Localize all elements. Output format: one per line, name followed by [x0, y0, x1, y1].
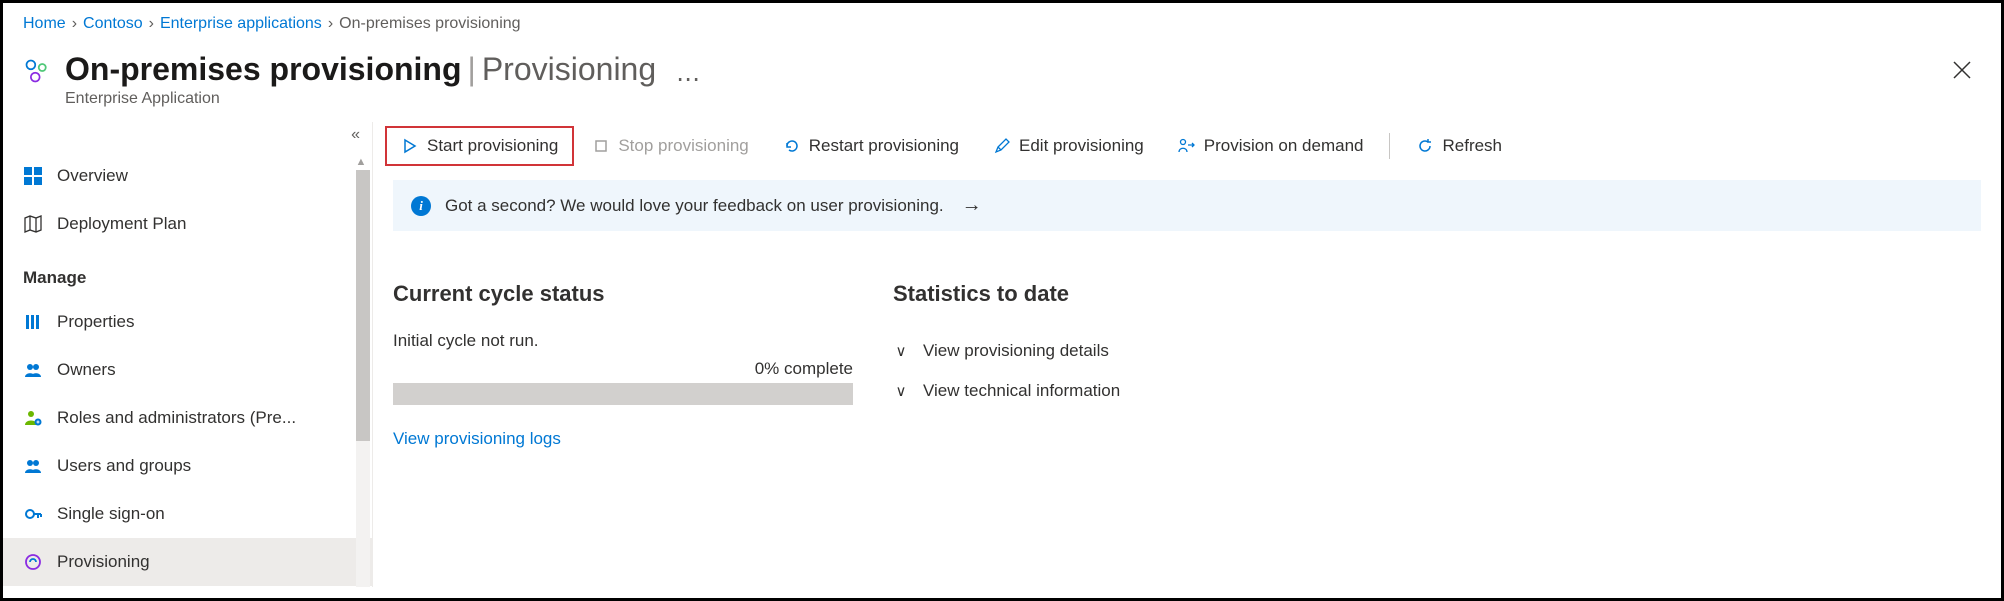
- sidebar-item-label: Overview: [57, 166, 128, 186]
- breadcrumb-contoso[interactable]: Contoso: [83, 15, 143, 33]
- sidebar-item-users-groups[interactable]: Users and groups: [3, 442, 372, 490]
- close-button[interactable]: [1947, 53, 1977, 91]
- breadcrumb-enterprise-apps[interactable]: Enterprise applications: [160, 15, 322, 33]
- sidebar-item-label: Roles and administrators (Pre...: [57, 408, 296, 428]
- feedback-banner[interactable]: i Got a second? We would love your feedb…: [393, 180, 1981, 231]
- toolbar: Start provisioning Stop provisioning Res…: [373, 122, 2001, 176]
- sidebar-item-single-signon[interactable]: Single sign-on: [3, 490, 372, 538]
- info-icon: i: [411, 196, 431, 216]
- pencil-icon: [993, 137, 1011, 155]
- section-heading: Current cycle status: [393, 281, 853, 307]
- restart-icon: [783, 137, 801, 155]
- scrollbar[interactable]: [356, 170, 370, 587]
- roles-icon: [23, 408, 43, 428]
- scroll-up-icon[interactable]: ▲: [354, 156, 368, 170]
- properties-icon: [23, 312, 43, 332]
- progress-label: 0% complete: [393, 359, 853, 379]
- section-heading: Statistics to date: [893, 281, 1120, 307]
- sidebar-section-manage: Manage: [3, 248, 372, 298]
- key-icon: [23, 504, 43, 524]
- refresh-icon: [1416, 137, 1434, 155]
- page-title: On-premises provisioning|Provisioning: [65, 51, 656, 88]
- main-content: Start provisioning Stop provisioning Res…: [373, 122, 2001, 587]
- sidebar-item-properties[interactable]: Properties: [3, 298, 372, 346]
- banner-text: Got a second? We would love your feedbac…: [445, 196, 944, 216]
- sidebar-item-roles[interactable]: Roles and administrators (Pre...: [3, 394, 372, 442]
- sidebar-item-overview[interactable]: Overview: [3, 152, 372, 200]
- provision-on-demand-button[interactable]: Provision on demand: [1162, 126, 1380, 166]
- view-provisioning-logs-link[interactable]: View provisioning logs: [393, 429, 561, 449]
- sidebar-item-provisioning[interactable]: Provisioning: [3, 538, 372, 586]
- provisioning-icon: [23, 552, 43, 572]
- refresh-button[interactable]: Refresh: [1400, 126, 1518, 166]
- app-icon: [23, 57, 51, 85]
- statistics-section: Statistics to date ∨ View provisioning d…: [893, 281, 1120, 449]
- owners-icon: [23, 360, 43, 380]
- page-subtitle: Enterprise Application: [65, 90, 656, 108]
- breadcrumb-home[interactable]: Home: [23, 15, 66, 33]
- collapse-sidebar-button[interactable]: «: [351, 126, 360, 144]
- chevron-right-icon: ›: [328, 15, 333, 33]
- person-arrow-icon: [1178, 137, 1196, 155]
- sidebar-item-label: Provisioning: [57, 552, 150, 572]
- more-actions-button[interactable]: ⋯: [676, 65, 700, 94]
- play-icon: [401, 137, 419, 155]
- chevron-down-icon: ∨: [893, 342, 909, 360]
- sidebar-item-label: Deployment Plan: [57, 214, 186, 234]
- view-technical-info-toggle[interactable]: ∨ View technical information: [893, 371, 1120, 411]
- sidebar: « ▲ Overview Deployment Plan Manage Prop…: [3, 122, 373, 587]
- stop-icon: [592, 137, 610, 155]
- map-icon: [23, 214, 43, 234]
- sidebar-item-label: Users and groups: [57, 456, 191, 476]
- edit-provisioning-button[interactable]: Edit provisioning: [977, 126, 1160, 166]
- arrow-right-icon: →: [962, 194, 982, 217]
- breadcrumb-current: On-premises provisioning: [339, 15, 520, 33]
- users-groups-icon: [23, 456, 43, 476]
- sidebar-item-label: Properties: [57, 312, 134, 332]
- stop-provisioning-button: Stop provisioning: [576, 126, 764, 166]
- current-cycle-status-section: Current cycle status Initial cycle not r…: [393, 281, 853, 449]
- view-provisioning-details-toggle[interactable]: ∨ View provisioning details: [893, 331, 1120, 371]
- breadcrumb: Home › Contoso › Enterprise applications…: [3, 3, 2001, 41]
- cycle-status-text: Initial cycle not run.: [393, 331, 853, 351]
- page-header: On-premises provisioning|Provisioning En…: [3, 41, 2001, 122]
- chevron-right-icon: ›: [72, 15, 77, 33]
- sidebar-item-deployment-plan[interactable]: Deployment Plan: [3, 200, 372, 248]
- sidebar-item-label: Owners: [57, 360, 116, 380]
- restart-provisioning-button[interactable]: Restart provisioning: [767, 126, 975, 166]
- chevron-down-icon: ∨: [893, 382, 909, 400]
- progress-bar: [393, 383, 853, 405]
- sidebar-item-label: Single sign-on: [57, 504, 165, 524]
- overview-icon: [23, 166, 43, 186]
- sidebar-item-owners[interactable]: Owners: [3, 346, 372, 394]
- start-provisioning-button[interactable]: Start provisioning: [385, 126, 574, 166]
- toolbar-separator: [1389, 133, 1390, 159]
- chevron-right-icon: ›: [149, 15, 154, 33]
